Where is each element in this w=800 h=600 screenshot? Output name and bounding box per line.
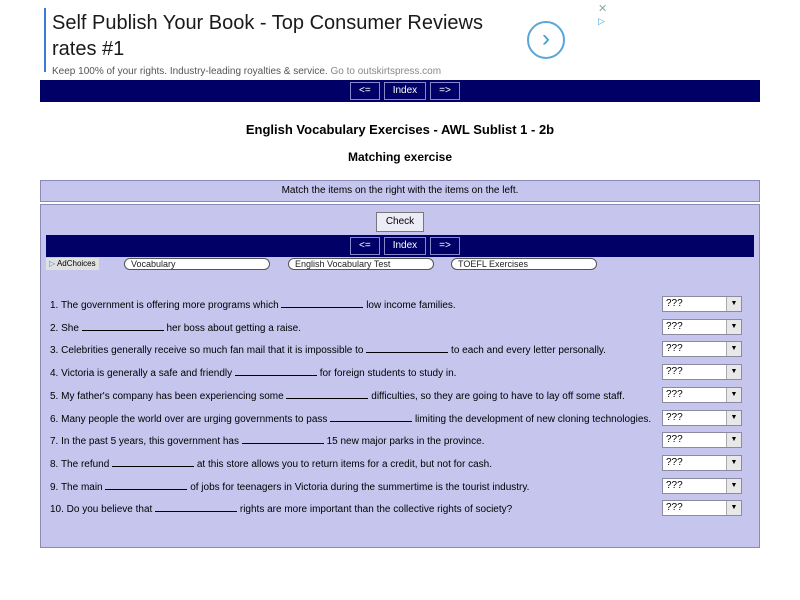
chevron-down-icon[interactable]: ▼ [726,410,741,425]
question-text-before: 3. Celebrities generally receive so much… [50,345,364,357]
question-6: 6. Many people the world over are urging… [50,413,651,425]
question-text-before: 5. My father's company has been experien… [50,390,284,402]
answer-select-1[interactable]: ??? ▼ [662,296,742,312]
inner-navbar: <= Index => [46,235,754,257]
question-text-after: for foreign students to study in. [319,368,457,380]
link-english-vocabulary-test[interactable]: English Vocabulary Test [288,258,434,270]
answer-select-4[interactable]: ??? ▼ [662,364,742,381]
answer-select-8[interactable]: ??? ▼ [662,454,742,471]
answer-select-value: ??? [666,366,683,378]
answer-select-value: ??? [666,456,683,468]
ad-arrow-icon[interactable]: › [527,21,565,59]
question-8: 8. The refund at this store allows you t… [50,458,492,470]
chevron-down-icon[interactable]: ▼ [726,478,741,493]
question-text-before: 8. The refund [50,458,110,470]
ad-banner[interactable]: Self Publish Your Book - Top Consumer Re… [44,8,566,77]
question-5: 5. My father's company has been experien… [50,390,625,402]
answer-select-value: ??? [666,502,683,514]
question-text-after: low income families. [366,300,456,311]
page-subtitle: Matching exercise [347,150,453,164]
adchoices-label[interactable]: ▷ AdChoices [46,258,99,270]
answer-select-7[interactable]: ??? ▼ [662,432,742,449]
question-7: 7. In the past 5 years, this government … [50,435,484,447]
chevron-down-icon[interactable]: ▼ [726,455,741,470]
answer-select-value: ??? [666,388,683,400]
question-3: 3. Celebrities generally receive so much… [50,344,606,356]
answer-blank [330,413,413,422]
question-text-after: limiting the development of new cloning … [414,413,652,425]
answer-select-value: ??? [666,479,683,491]
answer-select-10[interactable]: ??? ▼ [662,500,742,517]
chevron-down-icon[interactable]: ▼ [726,501,741,516]
link-vocabulary[interactable]: Vocabulary [124,258,270,270]
answer-blank [112,458,195,467]
index-button[interactable]: Index [383,82,427,100]
answer-select-2[interactable]: ??? ▼ [662,318,742,335]
answer-select-6[interactable]: ??? ▼ [662,409,742,426]
question-10: 10. Do you believe that rights are more … [50,503,512,515]
link-row: ▷ AdChoices Vocabulary English Vocabular… [46,258,760,272]
prev-button-inner[interactable]: <= [350,237,380,255]
ad-close-icon[interactable]: ✕ [598,4,607,15]
next-button-inner[interactable]: => [430,237,460,255]
page-title: English Vocabulary Exercises - AWL Subli… [245,122,555,137]
question-text-before: 1. The government is offering more progr… [50,300,279,311]
answer-blank [286,390,369,399]
adchoices-icon: ▷ [49,259,56,268]
next-button[interactable]: => [430,82,460,100]
ad-choices-icon[interactable]: ▷ [598,16,605,27]
answer-blank [105,481,188,490]
question-text-before: 9. The main [50,481,103,493]
chevron-down-icon[interactable]: ▼ [726,319,741,334]
question-9: 9. The main of jobs for teenagers in Vic… [50,481,529,493]
answer-blank [241,435,324,445]
instructions: Match the items on the right with the it… [40,180,760,202]
answer-select-3[interactable]: ??? ▼ [662,341,742,358]
question-text-after: her boss about getting a raise. [166,322,302,334]
answer-select-value: ??? [666,298,683,309]
answer-select-5[interactable]: ??? ▼ [662,386,742,403]
question-text-before: 10. Do you believe that [50,504,153,516]
adchoices-text: AdChoices [56,259,96,268]
answer-blank [81,322,164,331]
answer-blank [366,344,449,354]
question-text-after: to each and every letter personally. [451,345,606,357]
question-text-after: 15 new major parks in the province. [326,436,485,448]
question-text-before: 7. In the past 5 years, this government … [50,436,239,448]
question-text-before: 2. She [50,322,79,334]
question-1: 1. The government is offering more progr… [50,299,456,311]
chevron-down-icon[interactable]: ▼ [726,387,741,402]
ad-goto-link[interactable]: Go to outskirtspress.com [330,66,441,77]
chevron-down-icon[interactable]: ▼ [726,365,741,380]
question-2: 2. She her boss about getting a raise. [50,322,301,334]
answer-blank [234,367,317,377]
ad-description: Keep 100% of your rights. Industry-leadi… [52,66,441,77]
chevron-down-icon[interactable]: ▼ [726,297,741,311]
chevron-down-icon[interactable]: ▼ [726,433,741,448]
answer-blank [155,503,238,513]
question-text-before: 6. Many people the world over are urging… [50,413,328,425]
question-text-after: at this store allows you to return items… [196,458,493,470]
ad-description-text: Keep 100% of your rights. Industry-leadi… [52,66,328,77]
check-button[interactable]: Check [376,212,424,232]
question-4: 4. Victoria is generally a safe and frie… [50,367,456,379]
answer-select-value: ??? [666,343,683,355]
prev-button[interactable]: <= [350,82,380,100]
ad-headline[interactable]: Self Publish Your Book - Top Consumer Re… [52,10,507,62]
question-text-after: of jobs for teenagers in Victoria during… [190,481,530,493]
index-button-inner[interactable]: Index [383,237,427,255]
link-toefl-exercises[interactable]: TOEFL Exercises [451,258,597,270]
answer-select-value: ??? [666,320,683,332]
question-text-before: 4. Victoria is generally a safe and frie… [50,368,233,380]
answer-blank [281,299,364,308]
question-text-after: rights are more important than the colle… [239,504,513,516]
chevron-down-icon[interactable]: ▼ [726,342,741,357]
answer-select-value: ??? [666,434,683,446]
top-navbar: <= Index => [40,80,760,102]
answer-select-9[interactable]: ??? ▼ [662,477,742,494]
question-text-after: difficulties, so they are going to have … [371,390,625,402]
answer-select-value: ??? [666,411,683,423]
